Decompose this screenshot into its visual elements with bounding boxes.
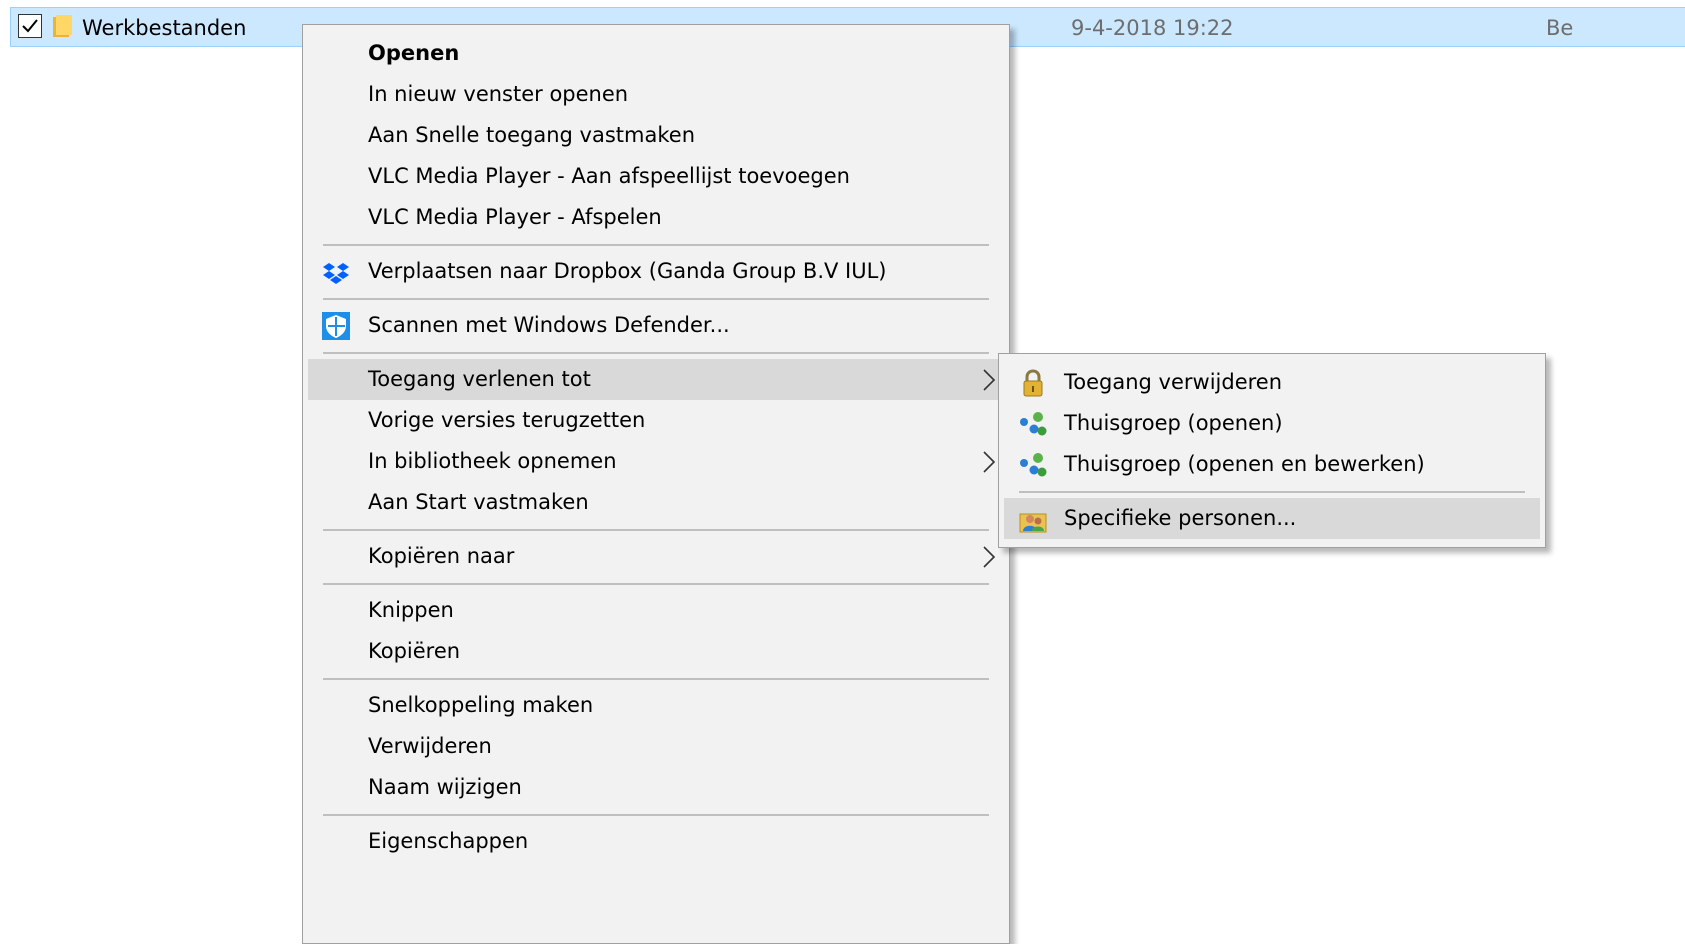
menu-item-properties[interactable]: Eigenschappen xyxy=(308,821,1004,862)
menu-item-give-access-to[interactable]: Toegang verlenen tot xyxy=(308,359,1004,400)
menu-item-label: Eigenschappen xyxy=(368,829,529,853)
menu-item-label: Verwijderen xyxy=(368,734,492,758)
menu-item-label: Thuisgroep (openen en bewerken) xyxy=(1064,452,1425,476)
menu-item-vlc-play[interactable]: VLC Media Player - Afspelen xyxy=(308,197,1004,238)
chevron-right-icon xyxy=(983,369,996,391)
menu-item-vlc-add-playlist[interactable]: VLC Media Player - Aan afspeellijst toev… xyxy=(308,156,1004,197)
give-access-submenu: Toegang verwijderen Thuisgroep (openen) … xyxy=(998,353,1546,548)
chevron-right-icon xyxy=(983,546,996,568)
menu-item-label: Toegang verwijderen xyxy=(1064,370,1283,394)
menu-separator xyxy=(323,583,989,585)
menu-item-label: Specifieke personen... xyxy=(1064,506,1297,530)
menu-separator xyxy=(1019,491,1525,493)
checkmark-icon xyxy=(22,19,38,33)
menu-item-delete[interactable]: Verwijderen xyxy=(308,726,1004,767)
menu-item-openen[interactable]: Openen xyxy=(308,33,1004,74)
menu-item-label: Kopiëren naar xyxy=(368,544,515,568)
menu-item-label: Kopiëren xyxy=(368,639,461,663)
menu-item-label: Verplaatsen naar Dropbox (Ganda Group B.… xyxy=(368,259,887,283)
menu-item-restore-previous-versions[interactable]: Vorige versies terugzetten xyxy=(308,400,1004,441)
menu-item-label: Snelkoppeling maken xyxy=(368,693,594,717)
menu-item-label: In bibliotheek opnemen xyxy=(368,449,617,473)
menu-item-label: Knippen xyxy=(368,598,454,622)
menu-separator xyxy=(323,529,989,531)
menu-item-open-new-window[interactable]: In nieuw venster openen xyxy=(308,74,1004,115)
menu-separator xyxy=(323,678,989,680)
menu-item-label: Toegang verlenen tot xyxy=(368,367,591,391)
menu-item-label: Scannen met Windows Defender... xyxy=(368,313,730,337)
menu-item-label: Openen xyxy=(368,41,460,65)
menu-item-pin-to-start[interactable]: Aan Start vastmaken xyxy=(308,482,1004,523)
submenu-item-homegroup-view[interactable]: Thuisgroep (openen) xyxy=(1004,403,1540,444)
file-date: 9-4-2018 19:22 xyxy=(1071,16,1234,40)
menu-separator xyxy=(323,298,989,300)
menu-separator xyxy=(323,352,989,354)
menu-item-copy[interactable]: Kopiëren xyxy=(308,631,1004,672)
folder-icon xyxy=(53,15,72,37)
file-type: Be xyxy=(1546,16,1574,40)
menu-separator xyxy=(323,814,989,816)
menu-item-label: Naam wijzigen xyxy=(368,775,522,799)
menu-item-label: VLC Media Player - Afspelen xyxy=(368,205,662,229)
menu-item-move-to-dropbox[interactable]: Verplaatsen naar Dropbox (Ganda Group B.… xyxy=(308,251,1004,292)
menu-item-pin-quick-access[interactable]: Aan Snelle toegang vastmaken xyxy=(308,115,1004,156)
menu-item-label: Vorige versies terugzetten xyxy=(368,408,646,432)
file-name[interactable]: Werkbestanden xyxy=(82,15,246,41)
menu-item-label: Aan Snelle toegang vastmaken xyxy=(368,123,695,147)
windows-defender-icon xyxy=(322,312,350,340)
lock-icon xyxy=(1023,369,1043,397)
menu-item-cut[interactable]: Knippen xyxy=(308,590,1004,631)
submenu-item-remove-access[interactable]: Toegang verwijderen xyxy=(1004,362,1540,403)
submenu-item-homegroup-view-edit[interactable]: Thuisgroep (openen en bewerken) xyxy=(1004,444,1540,485)
context-menu: Openen In nieuw venster openen Aan Snell… xyxy=(302,24,1010,944)
menu-item-copy-to[interactable]: Kopiëren naar xyxy=(308,536,1004,577)
dropbox-icon xyxy=(323,263,349,284)
menu-item-label: Aan Start vastmaken xyxy=(368,490,589,514)
chevron-right-icon xyxy=(983,451,996,473)
menu-item-rename[interactable]: Naam wijzigen xyxy=(308,767,1004,808)
specific-people-icon xyxy=(1019,513,1047,533)
menu-separator xyxy=(323,244,989,246)
menu-item-scan-defender[interactable]: Scannen met Windows Defender... xyxy=(308,305,1004,346)
menu-item-label: VLC Media Player - Aan afspeellijst toev… xyxy=(368,164,850,188)
homegroup-icon xyxy=(1020,453,1047,477)
menu-item-label: In nieuw venster openen xyxy=(368,82,629,106)
submenu-item-specific-people[interactable]: Specifieke personen... xyxy=(1004,498,1540,539)
row-checkbox[interactable] xyxy=(18,14,42,38)
menu-item-label: Thuisgroep (openen) xyxy=(1064,411,1283,435)
menu-item-include-in-library[interactable]: In bibliotheek opnemen xyxy=(308,441,1004,482)
menu-item-create-shortcut[interactable]: Snelkoppeling maken xyxy=(308,685,1004,726)
homegroup-icon xyxy=(1020,412,1047,436)
